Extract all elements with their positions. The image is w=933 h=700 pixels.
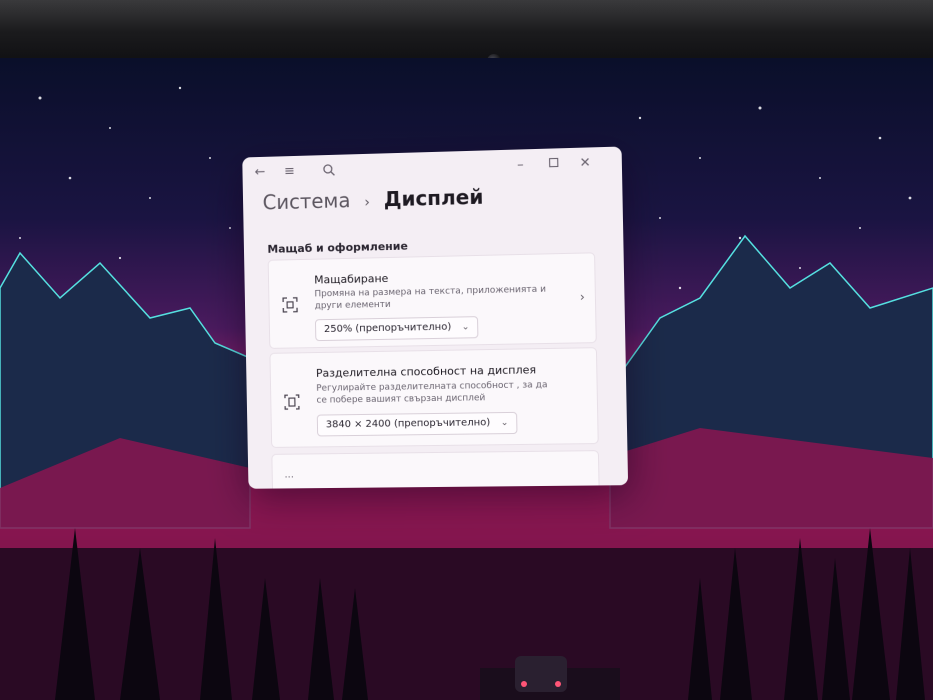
chevron-down-icon: ⌄ bbox=[461, 322, 470, 333]
back-arrow-icon[interactable]: ← bbox=[252, 165, 268, 181]
chevron-right-icon[interactable]: › bbox=[580, 290, 585, 304]
scale-icon bbox=[281, 296, 299, 314]
scale-card[interactable]: Мащабиране Промяна на размера на текста,… bbox=[267, 252, 597, 349]
scale-dropdown[interactable]: 250% (препоръчително) ⌄ bbox=[314, 316, 479, 342]
close-icon[interactable]: ✕ bbox=[577, 155, 594, 172]
resolution-card: Разделителна способност на дисплея Регул… bbox=[269, 347, 599, 448]
next-setting-card[interactable]: ··· bbox=[271, 450, 600, 489]
scale-dropdown-value: 250% (препоръчително) bbox=[323, 321, 452, 336]
scale-description: Промяна на размера на текста, приложения… bbox=[314, 284, 547, 312]
resolution-title: Разделителна способност на дисплея bbox=[315, 363, 537, 380]
car-light-left bbox=[521, 681, 527, 687]
scale-title: Мащабиране bbox=[314, 271, 389, 287]
page-title: Дисплей bbox=[383, 184, 484, 212]
breadcrumb: Система › Дисплей bbox=[262, 185, 483, 215]
resolution-description: Регулирайте разделителната способност , … bbox=[316, 380, 548, 406]
resolution-icon bbox=[283, 393, 301, 411]
photo-scene: ← ≡ – ✕ Система › Дисплей Мащаб и оформл… bbox=[0, 0, 933, 700]
minimize-icon[interactable]: – bbox=[512, 157, 528, 174]
breadcrumb-separator: › bbox=[364, 194, 371, 211]
hamburger-menu-icon[interactable]: ≡ bbox=[282, 164, 298, 180]
more-icon: ··· bbox=[284, 472, 295, 484]
chevron-down-icon: ⌄ bbox=[500, 418, 509, 429]
maximize-icon[interactable] bbox=[545, 156, 562, 173]
breadcrumb-parent[interactable]: Система bbox=[262, 188, 350, 214]
car-light-right bbox=[555, 681, 561, 687]
section-title: Мащаб и оформление bbox=[267, 239, 408, 256]
resolution-dropdown-value: 3840 × 2400 (препоръчително) bbox=[325, 417, 491, 431]
resolution-dropdown[interactable]: 3840 × 2400 (препоръчително) ⌄ bbox=[316, 411, 518, 437]
settings-window: ← ≡ – ✕ Система › Дисплей Мащаб и оформл… bbox=[242, 146, 629, 489]
search-icon[interactable] bbox=[321, 163, 337, 179]
